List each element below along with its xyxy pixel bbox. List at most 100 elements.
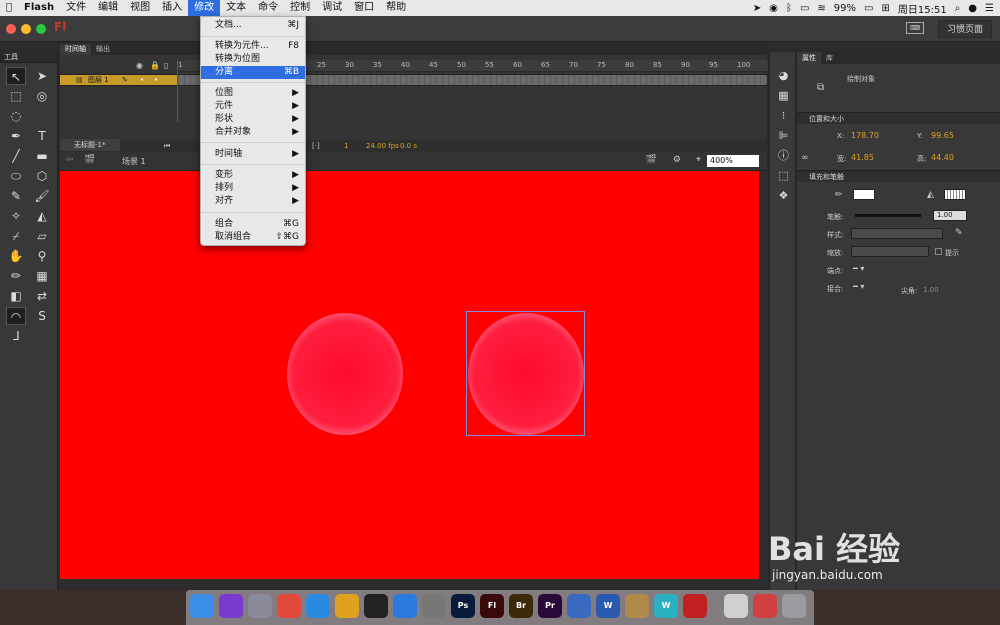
dock-archive[interactable] <box>625 594 649 618</box>
hint-checkbox[interactable] <box>935 248 942 255</box>
selection-box[interactable] <box>466 311 585 436</box>
dock-safari[interactable] <box>306 594 330 618</box>
layer-row[interactable]: ▤ 图层 1 ✎ • • <box>60 74 767 86</box>
menu-item-combine-objects[interactable]: 合并对象 ▶ <box>201 126 305 139</box>
link-icon[interactable]: ∞ <box>801 153 809 163</box>
edit-symbol-icon[interactable]: ⚙ <box>673 155 681 165</box>
playhead[interactable] <box>177 60 178 122</box>
back-arrow-icon[interactable]: ⇦ <box>66 155 74 165</box>
stroke-color-swatch[interactable] <box>853 189 875 200</box>
menu-item-transform[interactable]: 变形 ▶ <box>201 169 305 182</box>
hand-tool-icon[interactable]: ✋ <box>6 247 26 265</box>
fill-color-swatch[interactable] <box>944 189 966 200</box>
horizontal-scrollbar[interactable] <box>60 579 767 587</box>
3d-rotation-tool-icon[interactable]: ◎ <box>32 87 52 105</box>
miter-value[interactable]: 1.00 <box>923 286 939 294</box>
menu-modify[interactable]: 修改 <box>188 0 221 16</box>
search-icon[interactable]: ⌕ <box>955 3 961 14</box>
dock-photoshop[interactable]: Ps <box>451 594 475 618</box>
menu-control[interactable]: 控制 <box>284 0 316 16</box>
zoom-button[interactable] <box>36 24 46 34</box>
menu-item-convert-to-symbol[interactable]: 转换为元件... F8 <box>201 40 305 53</box>
dock-preferences[interactable] <box>422 594 446 618</box>
y-value[interactable]: 99.65 <box>931 131 954 140</box>
zoom-tool-icon[interactable]: ⚲ <box>32 247 52 265</box>
x-value[interactable]: 178.70 <box>851 131 879 140</box>
object-drawing-icon[interactable]: ◠ <box>6 307 26 325</box>
oval-tool-icon[interactable]: ⬭ <box>6 167 26 185</box>
center-stage-icon[interactable]: ⌖ <box>696 155 701 165</box>
menu-item-timeline[interactable]: 时间轴 ▶ <box>201 148 305 161</box>
info-icon[interactable]: ⓘ <box>770 146 797 166</box>
dock-siri[interactable] <box>219 594 243 618</box>
menu-file[interactable]: 文件 <box>60 0 92 16</box>
menu-item-arrange[interactable]: 排列 ▶ <box>201 182 305 195</box>
eyedropper-tool-icon[interactable]: ⌿ <box>6 227 26 245</box>
align-icon[interactable]: ⊫ <box>770 126 797 146</box>
dock-flashplayer[interactable] <box>683 594 707 618</box>
rectangle-tool-icon[interactable]: ▬ <box>32 147 52 165</box>
components-icon[interactable]: ❖ <box>770 186 797 206</box>
pencil-tool-icon[interactable]: ✎ <box>6 187 26 205</box>
style-pencil-icon[interactable]: ✎ <box>955 228 963 238</box>
menu-item-break-apart[interactable]: 分离 ⌘B <box>201 66 305 79</box>
clock[interactable]: 周日15:51 <box>898 1 947 16</box>
stage[interactable] <box>60 171 759 579</box>
swatches-icon[interactable]: ▦ <box>770 86 797 106</box>
dock-trash[interactable] <box>782 594 806 618</box>
fill-color-icon[interactable]: ▦ <box>32 267 52 285</box>
keyboard-icon[interactable]: ⌨ <box>906 22 924 34</box>
stroke-value[interactable]: 1.00 <box>933 210 967 221</box>
battery-icon[interactable]: ▭ <box>864 3 873 14</box>
menu-insert[interactable]: 插入 <box>156 0 188 16</box>
dock-preview2[interactable] <box>753 594 777 618</box>
menu-item-convert-to-bitmap[interactable]: 转换为位图 <box>201 53 305 66</box>
smooth-icon[interactable]: S <box>32 307 52 325</box>
line-tool-icon[interactable]: ╱ <box>6 147 26 165</box>
dock-premiere[interactable]: Pr <box>538 594 562 618</box>
height-value[interactable]: 44.40 <box>931 153 954 162</box>
dock-chrome[interactable] <box>277 594 301 618</box>
dock-bridge[interactable]: Br <box>509 594 533 618</box>
edit-scene-icon[interactable]: 🎬 <box>646 155 657 165</box>
scene-name[interactable]: 场景 1 <box>122 156 146 167</box>
circle-shape-left[interactable] <box>287 313 403 435</box>
menu-list-icon[interactable]: ☰ <box>985 3 994 14</box>
battery-percent[interactable]: 99% <box>834 3 856 14</box>
section-fill-stroke[interactable]: 填充和笔触 <box>797 170 1000 182</box>
menu-item-bitmap[interactable]: 位图 ▶ <box>201 87 305 100</box>
menu-commands[interactable]: 命令 <box>252 0 284 16</box>
menu-item-shape[interactable]: 形状 ▶ <box>201 113 305 126</box>
outline-icon[interactable]: ▯ <box>164 61 168 70</box>
input-icon[interactable]: ⊞ <box>881 3 889 14</box>
eraser-tool-icon[interactable]: ▱ <box>32 227 52 245</box>
paint-bucket-icon[interactable]: ◭ <box>32 207 52 225</box>
style-select[interactable] <box>851 228 943 239</box>
swap-colors-icon[interactable]: ⇄ <box>32 287 52 305</box>
menu-item-ungroup[interactable]: 取消组合 ⇧⌘G <box>201 231 305 244</box>
close-button[interactable] <box>6 24 16 34</box>
dock-wunderlist[interactable]: W <box>654 594 678 618</box>
bone-tool-icon[interactable]: ✧ <box>6 207 26 225</box>
menu-window[interactable]: 窗口 <box>348 0 380 16</box>
wechat-icon[interactable]: ◉ <box>769 3 778 14</box>
selection-tool-icon[interactable]: ↖ <box>6 67 26 85</box>
width-value[interactable]: 41.85 <box>851 153 874 162</box>
tab-output[interactable]: 输出 <box>91 44 115 55</box>
join-select-icon[interactable]: ━ ▾ <box>853 282 864 291</box>
document-tab[interactable]: 无标题-1* <box>60 139 120 151</box>
dock-preview[interactable] <box>724 594 748 618</box>
eye-icon[interactable]: ◉ <box>136 61 143 70</box>
transform-icon[interactable]: ⬚ <box>770 166 797 186</box>
wifi-icon[interactable]: ≋ <box>817 3 825 14</box>
zoom-select[interactable]: 400% <box>707 155 759 167</box>
dock-qq[interactable] <box>364 594 388 618</box>
frame-rate[interactable]: 24.00 fps <box>366 140 399 152</box>
dock-flash[interactable]: Fl <box>480 594 504 618</box>
menu-item-group[interactable]: 组合 ⌘G <box>201 218 305 231</box>
menu-help[interactable]: 帮助 <box>380 0 412 16</box>
menu-app-name[interactable]: Flash <box>18 0 60 16</box>
dock-browser[interactable] <box>567 594 591 618</box>
minimize-button[interactable] <box>21 24 31 34</box>
color-panel-icon[interactable]: ◕ <box>770 66 797 86</box>
